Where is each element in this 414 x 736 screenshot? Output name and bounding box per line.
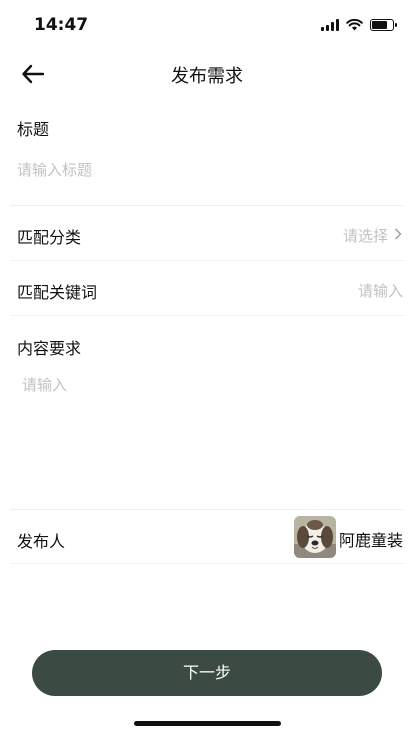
- keyword-placeholder: 请输入: [357, 282, 403, 300]
- category-label: 匹配分类: [17, 228, 82, 247]
- chevron-right-icon: [395, 228, 402, 240]
- page-title: 发布需求: [171, 66, 243, 87]
- content-label: 内容要求: [17, 339, 82, 358]
- category-placeholder: 请选择: [342, 227, 388, 245]
- dog-avatar-image: [294, 516, 336, 558]
- title-label: 标题: [17, 120, 50, 139]
- title-placeholder: 请输入标题: [17, 161, 93, 179]
- status-time: 14:47: [34, 15, 89, 35]
- battery-level: [372, 20, 387, 29]
- divider: [10, 509, 404, 510]
- home-indicator: [134, 721, 281, 726]
- publisher-label: 发布人: [17, 532, 66, 551]
- navigation-bar: 发布需求: [0, 52, 414, 96]
- divider: [10, 563, 404, 564]
- publisher-name: 阿鹿童装: [338, 531, 403, 550]
- cellular-signal-icon: [321, 18, 339, 31]
- keyword-label: 匹配关键词: [17, 283, 98, 302]
- wifi-icon: [346, 18, 363, 31]
- status-bar: 14:47: [0, 0, 414, 52]
- battery-icon: [370, 18, 397, 31]
- divider: [10, 315, 404, 316]
- keyword-input[interactable]: 匹配关键词 请输入: [0, 261, 414, 315]
- status-icons: [321, 18, 397, 31]
- content-placeholder: 请输入: [22, 376, 68, 394]
- content-textarea[interactable]: 请输入: [0, 366, 414, 506]
- next-step-button[interactable]: 下一步: [32, 650, 382, 696]
- title-input[interactable]: 请输入标题: [0, 150, 414, 190]
- avatar: [294, 516, 336, 558]
- category-selector[interactable]: 匹配分类 请选择: [0, 206, 414, 260]
